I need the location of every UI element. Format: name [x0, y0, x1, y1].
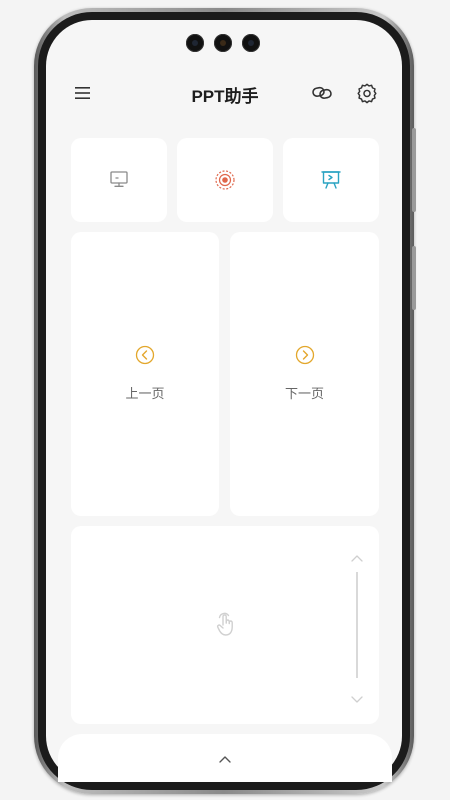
- chevron-up-icon: [219, 756, 231, 763]
- menu-button[interactable]: [69, 79, 97, 107]
- next-page-button[interactable]: 下一页: [230, 232, 379, 516]
- settings-button[interactable]: [353, 79, 381, 107]
- camera-lens-icon: [242, 34, 260, 52]
- scroll-down-button[interactable]: [350, 690, 364, 709]
- gear-icon: [357, 83, 377, 104]
- page-title: PPT助手: [191, 87, 259, 106]
- volume-button: [412, 128, 416, 212]
- mode-card-screen[interactable]: [71, 138, 167, 222]
- bottom-drawer-handle[interactable]: [58, 734, 392, 782]
- mode-card-laser[interactable]: [177, 138, 273, 222]
- chevron-right-circle-icon: [295, 345, 314, 365]
- power-button: [412, 246, 416, 310]
- prev-page-button[interactable]: 上一页: [71, 232, 219, 516]
- chevron-down-icon: [351, 696, 363, 703]
- camera-lens-icon: [214, 34, 232, 52]
- monitor-icon: [110, 171, 128, 187]
- chevron-left-circle-icon: [135, 345, 155, 365]
- prev-page-label: 上一页: [125, 387, 165, 402]
- laser-pointer-icon: [215, 170, 235, 190]
- mode-card-present[interactable]: [283, 138, 379, 222]
- link-icon: [312, 86, 332, 99]
- scroll-up-button[interactable]: [350, 548, 364, 567]
- chevron-up-icon: [351, 555, 363, 562]
- next-page-label: 下一页: [284, 387, 324, 402]
- hamburger-menu-icon: [75, 87, 90, 99]
- scroll-track[interactable]: [356, 572, 358, 678]
- tap-hand-icon: [215, 612, 237, 642]
- touchpad-area[interactable]: [71, 526, 379, 724]
- expand-button[interactable]: [218, 749, 232, 768]
- connect-button[interactable]: [308, 79, 336, 107]
- camera-lens-icon: [186, 34, 204, 52]
- presentation-play-icon: [321, 171, 341, 189]
